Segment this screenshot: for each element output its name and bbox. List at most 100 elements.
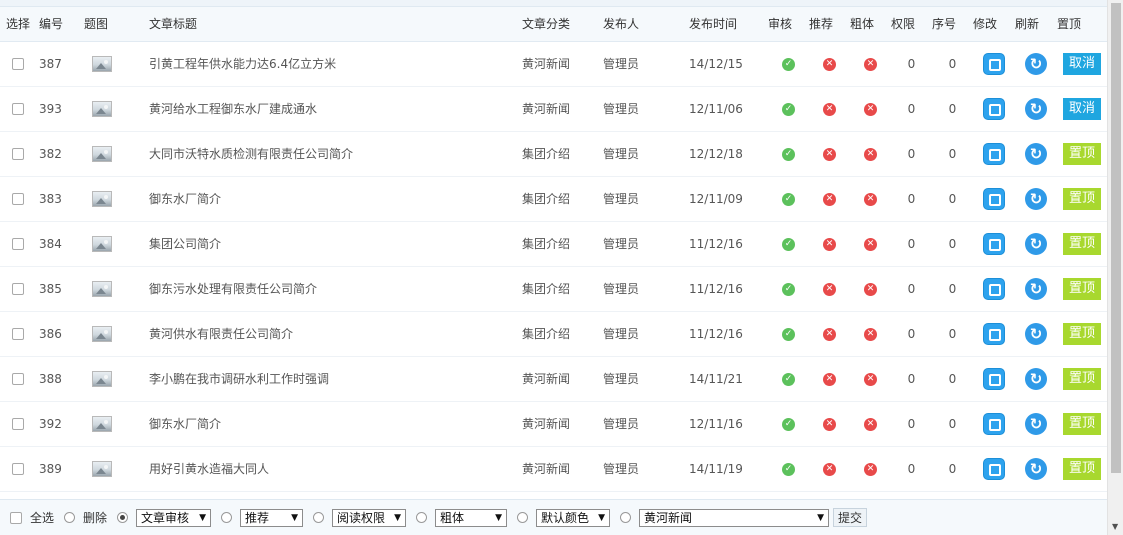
image-thumbnail-icon[interactable] (92, 55, 112, 72)
bold-option[interactable]: 粗体 ▼ (416, 508, 508, 527)
edit-icon[interactable] (983, 322, 1005, 345)
check-circle-icon[interactable]: ✓ (782, 147, 795, 161)
x-circle-icon[interactable]: ✕ (823, 237, 836, 251)
scroll-down-arrow-icon[interactable]: ▼ (1112, 522, 1118, 531)
pin-button[interactable]: 置顶 (1063, 457, 1101, 480)
refresh-icon[interactable]: ↻ (1025, 277, 1047, 300)
pin-button[interactable]: 置顶 (1063, 142, 1101, 165)
image-thumbnail-icon[interactable] (92, 190, 112, 207)
x-circle-icon[interactable]: ✕ (864, 102, 877, 116)
row-checkbox[interactable] (12, 103, 24, 115)
x-circle-icon[interactable]: ✕ (864, 147, 877, 161)
review-radio[interactable] (117, 512, 129, 523)
edit-icon[interactable] (983, 187, 1005, 210)
category-select[interactable]: 黄河新闻 ▼ (639, 508, 830, 527)
row-title[interactable]: 集团公司简介 (140, 221, 519, 267)
row-title[interactable]: 引黄工程年供水能力达6.4亿立方米 (140, 41, 519, 87)
x-circle-icon[interactable]: ✕ (864, 237, 877, 251)
permission-radio[interactable] (313, 512, 325, 523)
color-radio[interactable] (517, 512, 529, 523)
x-circle-icon[interactable]: ✕ (823, 462, 836, 476)
row-checkbox[interactable] (12, 148, 24, 160)
image-thumbnail-icon[interactable] (92, 460, 112, 477)
x-circle-icon[interactable]: ✕ (823, 147, 836, 161)
x-circle-icon[interactable]: ✕ (823, 282, 836, 296)
row-title[interactable]: 御东污水处理有限责任公司简介 (140, 266, 519, 312)
review-select[interactable]: 文章审核 ▼ (136, 508, 212, 527)
edit-icon[interactable] (983, 142, 1005, 165)
row-title[interactable]: 御东水厂简介 (140, 401, 519, 447)
refresh-icon[interactable]: ↻ (1025, 142, 1047, 165)
row-title-link[interactable]: 大同市沃特水质检测有限责任公司简介 (149, 147, 353, 161)
row-title-link[interactable]: 黄河供水有限责任公司简介 (149, 327, 293, 341)
x-circle-icon[interactable]: ✕ (823, 57, 836, 71)
category-radio[interactable] (620, 512, 632, 523)
recommend-radio[interactable] (221, 512, 233, 523)
x-circle-icon[interactable]: ✕ (864, 57, 877, 71)
x-circle-icon[interactable]: ✕ (864, 372, 877, 386)
check-circle-icon[interactable]: ✓ (782, 192, 795, 206)
pin-button[interactable]: 置顶 (1063, 412, 1101, 435)
check-circle-icon[interactable]: ✓ (782, 57, 795, 71)
pin-button[interactable]: 置顶 (1063, 322, 1101, 345)
row-checkbox[interactable] (12, 193, 24, 205)
delete-radio[interactable] (64, 512, 76, 523)
refresh-icon[interactable]: ↻ (1025, 97, 1047, 120)
check-circle-icon[interactable]: ✓ (782, 102, 795, 116)
refresh-icon[interactable]: ↻ (1025, 322, 1047, 345)
row-title-link[interactable]: 御东水厂简介 (149, 417, 221, 431)
row-title-link[interactable]: 黄河给水工程御东水厂建成通水 (149, 102, 317, 116)
x-circle-icon[interactable]: ✕ (864, 417, 877, 431)
image-thumbnail-icon[interactable] (92, 235, 112, 252)
x-circle-icon[interactable]: ✕ (864, 192, 877, 206)
permission-select[interactable]: 阅读权限 ▼ (332, 508, 407, 527)
unpin-button[interactable]: 取消 (1063, 97, 1101, 120)
row-title[interactable]: 黄河供水有限责任公司简介 (140, 311, 519, 357)
scrollbar-thumb[interactable] (1111, 3, 1121, 473)
select-all-checkbox[interactable] (10, 511, 22, 524)
color-option[interactable]: 默认颜色 ▼ (517, 508, 611, 527)
row-title[interactable]: 李小鹏在我市调研水利工作时强调 (140, 356, 519, 402)
row-title[interactable]: 用好引黄水造福大同人 (140, 446, 519, 492)
check-circle-icon[interactable]: ✓ (782, 417, 795, 431)
refresh-icon[interactable]: ↻ (1025, 187, 1047, 210)
row-title-link[interactable]: 御东污水处理有限责任公司简介 (149, 282, 317, 296)
x-circle-icon[interactable]: ✕ (864, 462, 877, 476)
pin-button[interactable]: 置顶 (1063, 367, 1101, 390)
check-circle-icon[interactable]: ✓ (782, 462, 795, 476)
edit-icon[interactable] (983, 232, 1005, 255)
color-select[interactable]: 默认颜色 ▼ (536, 508, 611, 527)
check-circle-icon[interactable]: ✓ (782, 237, 795, 251)
check-circle-icon[interactable]: ✓ (782, 372, 795, 386)
vertical-scrollbar[interactable]: ▼ (1107, 0, 1123, 535)
edit-icon[interactable] (983, 97, 1005, 120)
x-circle-icon[interactable]: ✕ (823, 327, 836, 341)
edit-icon[interactable] (983, 457, 1005, 480)
review-option[interactable]: 文章审核 ▼ (117, 508, 212, 527)
refresh-icon[interactable]: ↻ (1025, 457, 1047, 480)
row-title[interactable]: 御东水厂简介 (140, 176, 519, 222)
check-circle-icon[interactable]: ✓ (782, 327, 795, 341)
row-title-link[interactable]: 集团公司简介 (149, 237, 221, 251)
select-all-option[interactable]: 全选 (10, 509, 54, 526)
pin-button[interactable]: 置顶 (1063, 232, 1101, 255)
unpin-button[interactable]: 取消 (1063, 52, 1101, 75)
x-circle-icon[interactable]: ✕ (864, 282, 877, 296)
row-checkbox[interactable] (12, 238, 24, 250)
bold-radio[interactable] (416, 512, 428, 523)
row-title-link[interactable]: 用好引黄水造福大同人 (149, 462, 269, 476)
row-checkbox[interactable] (12, 463, 24, 475)
row-title-link[interactable]: 李小鹏在我市调研水利工作时强调 (149, 372, 329, 386)
edit-icon[interactable] (983, 367, 1005, 390)
image-thumbnail-icon[interactable] (92, 145, 112, 162)
image-thumbnail-icon[interactable] (92, 370, 112, 387)
submit-button[interactable]: 提交 (833, 508, 868, 527)
row-title-link[interactable]: 引黄工程年供水能力达6.4亿立方米 (149, 57, 336, 71)
check-circle-icon[interactable]: ✓ (782, 282, 795, 296)
edit-icon[interactable] (983, 52, 1005, 75)
row-checkbox[interactable] (12, 328, 24, 340)
category-option[interactable]: 黄河新闻 ▼ (620, 508, 830, 527)
refresh-icon[interactable]: ↻ (1025, 412, 1047, 435)
x-circle-icon[interactable]: ✕ (823, 417, 836, 431)
image-thumbnail-icon[interactable] (92, 415, 112, 432)
